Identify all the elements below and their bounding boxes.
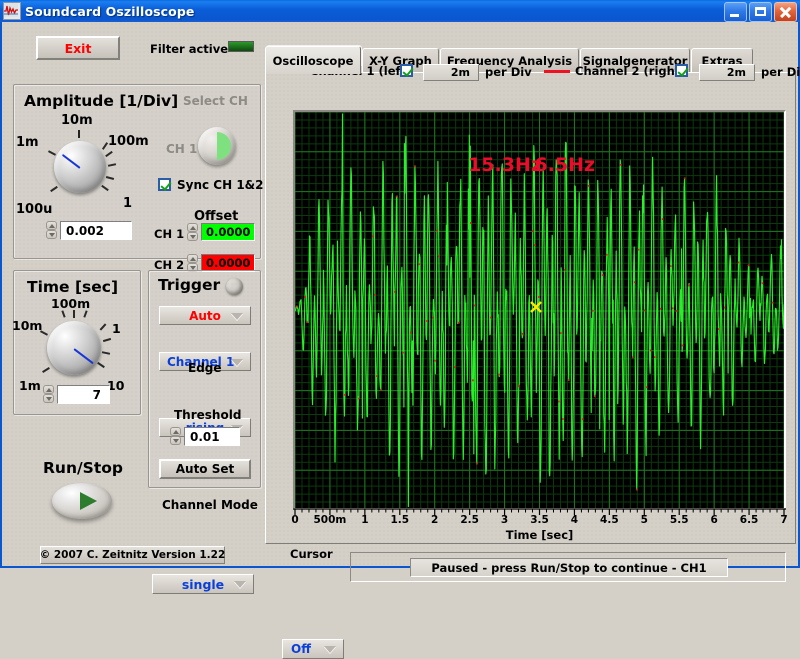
select-ch-label: Select CH xyxy=(183,94,248,108)
chevron-down-icon xyxy=(234,581,246,588)
amplitude-value-field[interactable]: 0.002 xyxy=(60,221,132,240)
offset-ch1-label: CH 1 xyxy=(154,227,185,241)
offset-ch1-field[interactable]: 0.0000 xyxy=(201,223,255,241)
trigger-threshold-label: Threshold xyxy=(174,408,242,422)
trigger-led xyxy=(226,278,243,295)
time-spinner[interactable] xyxy=(43,385,54,404)
auto-set-button[interactable]: Auto Set xyxy=(159,459,251,479)
amplitude-tick-label: 100m xyxy=(108,134,149,149)
selected-channel-label: CH 1 xyxy=(166,142,198,156)
cursor-label: Cursor xyxy=(290,547,333,561)
trigger-mode-value: Auto xyxy=(189,308,221,323)
channel-mode-value: single xyxy=(181,576,225,592)
x-tick-label: 500m xyxy=(313,514,347,526)
frequency-annotation-1: 15.3Hz xyxy=(468,153,542,176)
tab-oscilloscope[interactable]: Oscilloscope xyxy=(265,46,361,74)
threshold-spinner[interactable] xyxy=(170,427,181,446)
x-tick-label: 4 xyxy=(570,514,579,526)
channel1-per-div-label: per Div xyxy=(485,65,532,79)
run-stop-label: Run/Stop xyxy=(43,459,123,477)
x-tick-label: 5 xyxy=(640,514,648,526)
x-tick-label: 7 xyxy=(780,514,788,526)
channel-mode-combo[interactable]: single xyxy=(152,574,254,594)
channel-mode-label: Channel Mode xyxy=(162,498,258,512)
cursor-combo[interactable]: Off xyxy=(282,639,344,659)
chevron-down-icon xyxy=(231,358,243,366)
amplitude-tick xyxy=(78,130,80,138)
amplitude-knob[interactable] xyxy=(54,141,106,193)
x-tick-label: 1 xyxy=(361,514,369,526)
trigger-title: Trigger xyxy=(158,276,221,294)
select-ch-knob[interactable] xyxy=(198,127,236,165)
x-tick-label: 3 xyxy=(500,514,509,526)
x-tick-label: 3.5 xyxy=(530,514,549,526)
threshold-field[interactable]: 0.01 xyxy=(184,427,240,446)
x-tick-label: 4.5 xyxy=(600,514,619,526)
amplitude-tick-label: 100u xyxy=(16,202,53,217)
time-tick-label: 1 xyxy=(112,321,121,336)
x-tick-label: 2 xyxy=(431,514,439,526)
window-controls xyxy=(724,2,797,22)
chevron-down-icon xyxy=(231,312,243,320)
channel2-per-div-field[interactable]: 2m xyxy=(699,64,755,81)
x-tick-label: 2.5 xyxy=(460,514,479,526)
offset-title: Offset xyxy=(194,209,239,224)
sync-channels-label: Sync CH 1&2 xyxy=(177,178,264,192)
x-axis-title: Time [sec] xyxy=(505,528,574,542)
amplitude-tick-label: 1m xyxy=(16,135,39,150)
status-bar: Paused - press Run/Stop to continue - CH… xyxy=(350,552,786,582)
x-tick-label: 6.5 xyxy=(739,514,759,526)
filter-active-label: Filter active xyxy=(150,42,229,56)
sync-channels-checkbox[interactable] xyxy=(158,178,171,191)
channel1-checkbox[interactable] xyxy=(400,64,413,77)
time-value-field[interactable]: 7 xyxy=(57,385,110,404)
window-title: Soundcard Oszilloscope xyxy=(25,3,195,19)
x-tick-label: 6 xyxy=(710,514,718,526)
filter-active-led xyxy=(228,41,254,52)
amplitude-tick-label: 10m xyxy=(61,113,93,128)
x-tick-label: 5.5 xyxy=(669,514,689,526)
waveform-icon xyxy=(3,2,21,20)
run-stop-button[interactable] xyxy=(52,483,112,519)
chevron-down-icon xyxy=(324,646,336,653)
maximize-icon[interactable] xyxy=(749,2,772,22)
trigger-group xyxy=(148,270,261,488)
frequency-annotation-2: 6.5Hz xyxy=(534,153,596,176)
time-tick-label: 1m xyxy=(19,378,41,393)
channel2-color-swatch xyxy=(544,70,570,73)
amplitude-title: Amplitude [1/Div] xyxy=(24,92,179,110)
time-title: Time [sec] xyxy=(27,278,119,296)
window-body: Exit Filter active Amplitude [1/Div] 10m… xyxy=(0,22,800,659)
amplitude-spinner[interactable] xyxy=(46,221,57,240)
channel2-per-div-label: per Div xyxy=(761,65,800,79)
channel2-label: Channel 2 (right) xyxy=(575,64,686,78)
cursor-value: Off xyxy=(291,642,311,656)
copyright-label: © 2007 C. Zeitnitz Version 1.22 xyxy=(40,546,225,564)
channel1-per-div-field[interactable]: 2m xyxy=(423,64,479,81)
time-knob[interactable] xyxy=(47,321,101,375)
x-tick-label: 0 xyxy=(291,514,299,526)
exit-button[interactable]: Exit xyxy=(36,36,120,60)
time-tick-label: 10m xyxy=(12,318,43,333)
x-tick-label: 1.5 xyxy=(390,514,410,526)
minimize-icon[interactable] xyxy=(724,2,747,22)
channel2-checkbox[interactable] xyxy=(675,64,688,77)
application-window: Soundcard Oszilloscope Exit Filter activ… xyxy=(0,0,800,659)
title-bar: Soundcard Oszilloscope xyxy=(0,0,800,22)
close-icon[interactable] xyxy=(774,2,797,22)
time-tick xyxy=(73,310,75,318)
time-tick-label: 100m xyxy=(51,296,91,311)
offset-ch1-spinner[interactable] xyxy=(187,223,198,242)
amplitude-tick-label: 1 xyxy=(123,196,133,211)
trigger-mode-combo[interactable]: Auto xyxy=(159,306,251,325)
trigger-edge-label: Edge xyxy=(188,361,222,375)
